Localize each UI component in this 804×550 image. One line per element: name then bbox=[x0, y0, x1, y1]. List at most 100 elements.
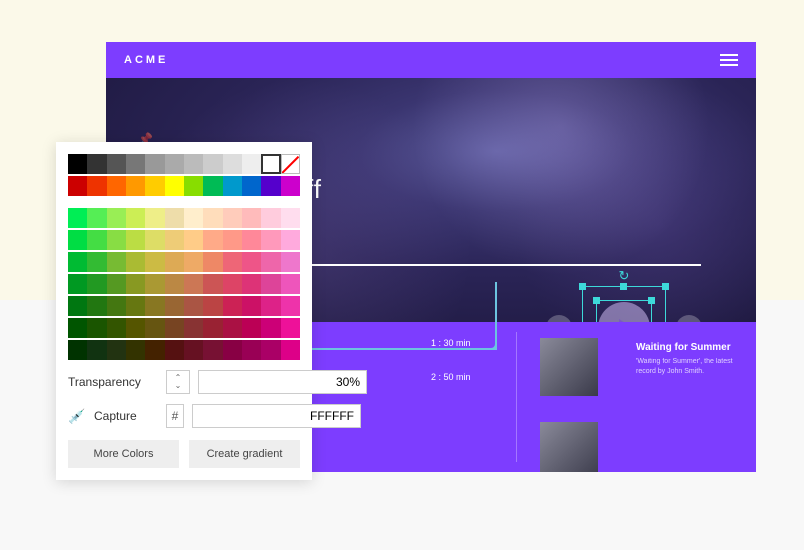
color-swatch[interactable] bbox=[242, 154, 261, 174]
color-swatch[interactable] bbox=[126, 274, 145, 294]
color-swatch[interactable] bbox=[203, 208, 222, 228]
color-swatch[interactable] bbox=[68, 252, 87, 272]
color-swatch[interactable] bbox=[107, 154, 126, 174]
color-swatch[interactable] bbox=[242, 230, 261, 250]
color-swatch[interactable] bbox=[126, 230, 145, 250]
resize-handle[interactable] bbox=[579, 283, 586, 290]
color-swatch[interactable] bbox=[281, 340, 300, 360]
color-swatch[interactable] bbox=[87, 340, 106, 360]
color-swatch[interactable] bbox=[68, 274, 87, 294]
color-swatch[interactable] bbox=[107, 296, 126, 316]
color-swatch[interactable] bbox=[281, 230, 300, 250]
color-swatch[interactable] bbox=[242, 208, 261, 228]
color-swatch[interactable] bbox=[184, 340, 203, 360]
color-swatch[interactable] bbox=[184, 274, 203, 294]
color-swatch[interactable] bbox=[68, 154, 87, 174]
color-swatch[interactable] bbox=[261, 230, 280, 250]
transparency-stepper[interactable]: ⌃ ⌄ bbox=[166, 370, 190, 394]
color-swatch[interactable] bbox=[223, 230, 242, 250]
color-swatch[interactable] bbox=[184, 154, 203, 174]
color-swatch[interactable] bbox=[203, 176, 222, 196]
color-swatch[interactable] bbox=[261, 208, 280, 228]
hex-input[interactable] bbox=[192, 404, 361, 428]
color-swatch[interactable] bbox=[223, 274, 242, 294]
color-swatch[interactable] bbox=[184, 252, 203, 272]
color-swatch[interactable] bbox=[261, 340, 280, 360]
color-swatch[interactable] bbox=[87, 274, 106, 294]
color-swatch[interactable] bbox=[223, 176, 242, 196]
color-swatch[interactable] bbox=[203, 296, 222, 316]
color-swatch[interactable] bbox=[107, 340, 126, 360]
color-swatch[interactable] bbox=[165, 340, 184, 360]
rotate-handle-icon[interactable]: ↻ bbox=[619, 268, 630, 284]
color-swatch[interactable] bbox=[242, 296, 261, 316]
color-swatch[interactable] bbox=[203, 252, 222, 272]
transparency-input[interactable] bbox=[198, 370, 367, 394]
color-swatch[interactable] bbox=[145, 176, 164, 196]
color-swatch[interactable] bbox=[223, 340, 242, 360]
play-button[interactable] bbox=[598, 302, 650, 322]
color-swatch[interactable] bbox=[184, 296, 203, 316]
color-swatch[interactable] bbox=[223, 154, 242, 174]
color-swatch[interactable] bbox=[261, 154, 280, 174]
color-swatch[interactable] bbox=[126, 296, 145, 316]
color-swatch[interactable] bbox=[242, 274, 261, 294]
color-swatch[interactable] bbox=[165, 318, 184, 338]
color-swatch[interactable] bbox=[87, 230, 106, 250]
color-swatch[interactable] bbox=[107, 252, 126, 272]
color-swatch[interactable] bbox=[242, 318, 261, 338]
color-swatch[interactable] bbox=[87, 318, 106, 338]
color-swatch[interactable] bbox=[126, 176, 145, 196]
menu-icon[interactable] bbox=[720, 54, 738, 66]
resize-handle[interactable] bbox=[620, 283, 627, 290]
color-swatch[interactable] bbox=[68, 340, 87, 360]
color-swatch[interactable] bbox=[165, 274, 184, 294]
color-swatch[interactable] bbox=[242, 176, 261, 196]
color-swatch[interactable] bbox=[184, 230, 203, 250]
color-swatch[interactable] bbox=[165, 208, 184, 228]
color-swatch[interactable] bbox=[145, 208, 164, 228]
color-swatch[interactable] bbox=[145, 318, 164, 338]
color-swatch[interactable] bbox=[281, 154, 300, 174]
color-swatch[interactable] bbox=[203, 154, 222, 174]
color-swatch[interactable] bbox=[261, 318, 280, 338]
color-swatch[interactable] bbox=[126, 252, 145, 272]
album-art[interactable] bbox=[540, 338, 598, 396]
color-swatch[interactable] bbox=[126, 318, 145, 338]
color-swatch[interactable] bbox=[281, 176, 300, 196]
color-swatch[interactable] bbox=[223, 252, 242, 272]
color-swatch[interactable] bbox=[184, 318, 203, 338]
color-swatch[interactable] bbox=[223, 318, 242, 338]
color-swatch[interactable] bbox=[281, 208, 300, 228]
color-swatch[interactable] bbox=[165, 176, 184, 196]
create-gradient-button[interactable]: Create gradient bbox=[189, 440, 300, 468]
color-swatch[interactable] bbox=[223, 296, 242, 316]
color-swatch[interactable] bbox=[68, 318, 87, 338]
color-swatch[interactable] bbox=[223, 208, 242, 228]
color-swatch[interactable] bbox=[281, 296, 300, 316]
color-swatch[interactable] bbox=[261, 296, 280, 316]
color-swatch[interactable] bbox=[261, 252, 280, 272]
color-swatch[interactable] bbox=[145, 154, 164, 174]
color-swatch[interactable] bbox=[145, 296, 164, 316]
color-swatch[interactable] bbox=[184, 176, 203, 196]
color-swatch[interactable] bbox=[184, 208, 203, 228]
color-swatch[interactable] bbox=[165, 296, 184, 316]
color-swatch[interactable] bbox=[165, 252, 184, 272]
next-track-button[interactable] bbox=[676, 315, 702, 322]
color-swatch[interactable] bbox=[107, 318, 126, 338]
color-swatch[interactable] bbox=[87, 208, 106, 228]
color-swatch[interactable] bbox=[87, 296, 106, 316]
resize-handle[interactable] bbox=[648, 297, 655, 304]
color-swatch[interactable] bbox=[281, 318, 300, 338]
album-art[interactable] bbox=[540, 422, 598, 472]
color-swatch[interactable] bbox=[68, 296, 87, 316]
color-swatch[interactable] bbox=[203, 340, 222, 360]
color-swatch[interactable] bbox=[87, 154, 106, 174]
resize-handle[interactable] bbox=[593, 297, 600, 304]
color-swatch[interactable] bbox=[126, 340, 145, 360]
color-swatch[interactable] bbox=[261, 274, 280, 294]
color-swatch[interactable] bbox=[126, 208, 145, 228]
color-swatch[interactable] bbox=[107, 176, 126, 196]
color-swatch[interactable] bbox=[281, 274, 300, 294]
